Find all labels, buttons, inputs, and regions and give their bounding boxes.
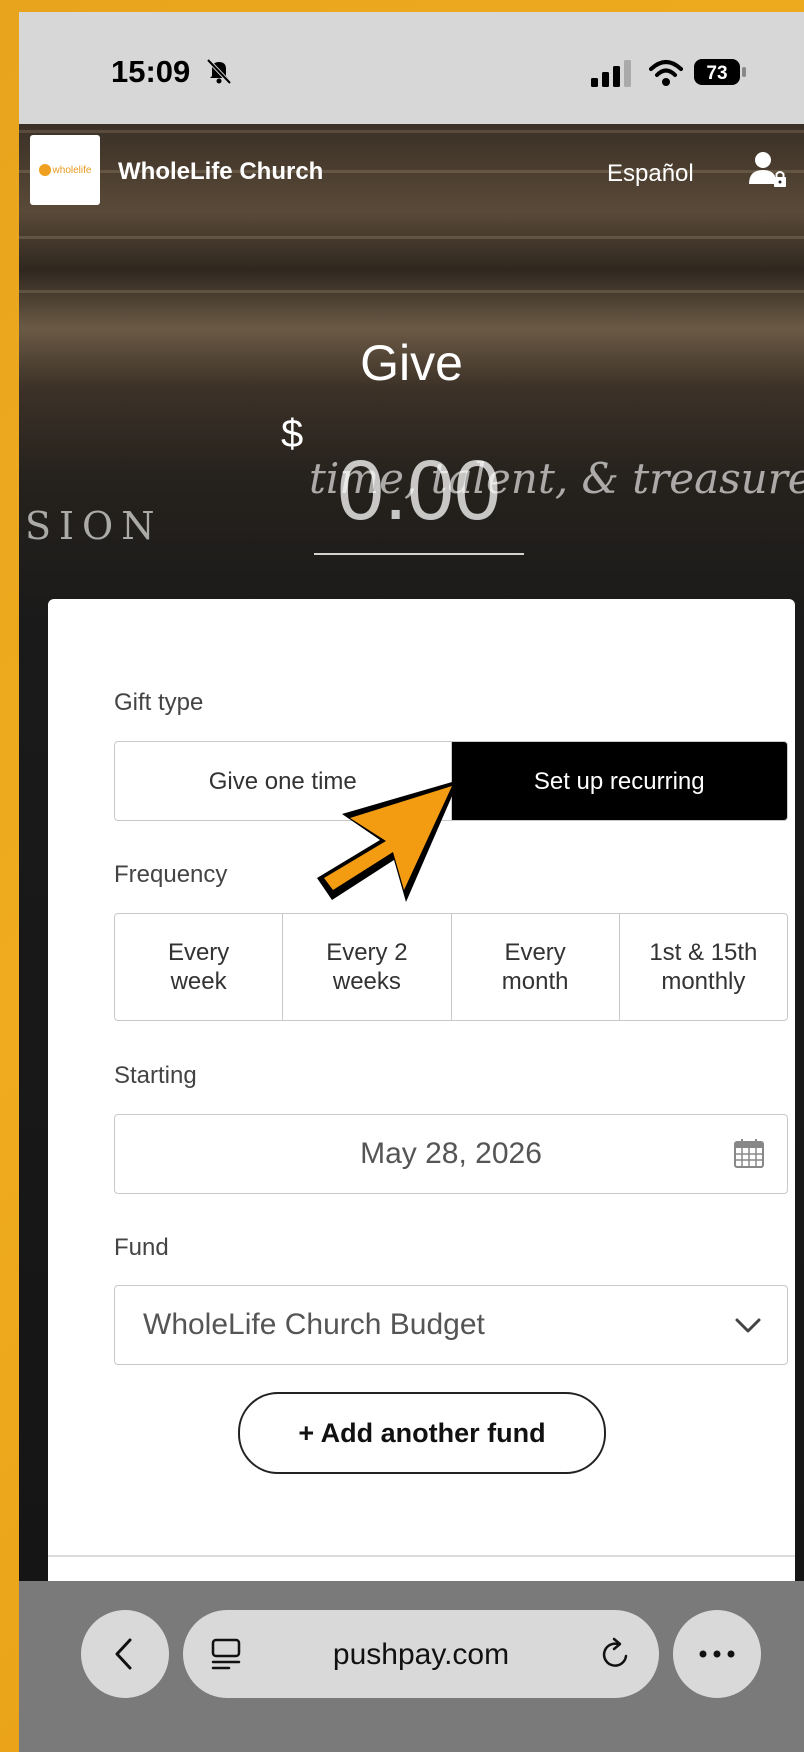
chalk-text: SION — [25, 504, 163, 548]
card-divider — [48, 1555, 795, 1557]
cellular-signal-icon — [591, 60, 631, 87]
status-bar: 15:09 73 — [19, 12, 804, 124]
battery-level: 73 — [706, 63, 727, 84]
church-name: WholeLife Church — [118, 158, 324, 185]
reload-icon[interactable] — [599, 1636, 633, 1672]
frequency-selector: Every week Every 2 weeks Every month 1st & … — [114, 913, 788, 1021]
more-options-button[interactable] — [673, 1610, 761, 1698]
frequency-every-week[interactable]: Every week — [115, 914, 284, 1020]
church-logo[interactable]: wholelife — [30, 135, 100, 205]
phone-screen: 15:09 73 time, talent, & treasure SION w… — [19, 12, 804, 1752]
amount-underline — [314, 553, 524, 555]
wifi-icon — [649, 60, 683, 86]
fund-label: Fund — [114, 1234, 169, 1261]
plank-line — [19, 290, 804, 293]
start-date-field[interactable]: May 28, 2026 — [114, 1114, 788, 1194]
address-bar[interactable]: pushpay.com — [183, 1610, 659, 1698]
ellipsis-icon — [699, 1650, 735, 1658]
frequency-every-2-weeks[interactable]: Every 2 weeks — [283, 914, 452, 1020]
amount-input[interactable]: 0.00 — [314, 442, 524, 539]
user-lock-icon[interactable] — [748, 150, 788, 190]
logo-mark-icon — [38, 164, 51, 176]
bell-muted-icon — [206, 58, 232, 85]
plank-line — [19, 130, 804, 133]
page-title: Give — [360, 335, 463, 391]
back-button[interactable] — [81, 1610, 169, 1698]
chevron-left-icon — [115, 1638, 132, 1670]
status-time: 15:09 — [111, 54, 191, 89]
calendar-icon — [734, 1139, 764, 1168]
url-text: pushpay.com — [332, 1638, 510, 1671]
add-another-fund-button[interactable]: + Add another fund — [238, 1392, 606, 1474]
currency-symbol: $ — [281, 412, 304, 456]
frequency-label: Frequency — [114, 861, 228, 888]
logo-text: wholelife — [52, 164, 92, 176]
frequency-every-month[interactable]: Every month — [452, 914, 620, 1020]
frequency-1st-15th-monthly[interactable]: 1st & 15th monthly — [620, 914, 787, 1020]
set-up-recurring-option[interactable]: Set up recurring — [451, 742, 787, 820]
battery-icon: 73 — [694, 59, 746, 85]
starting-label: Starting — [114, 1062, 197, 1089]
gift-type-label: Gift type — [114, 689, 204, 716]
start-date-value: May 28, 2026 — [360, 1137, 542, 1170]
pointer-arrow-icon — [317, 780, 459, 902]
plank-line — [19, 236, 804, 239]
fund-value: WholeLife Church Budget — [143, 1308, 485, 1341]
language-link[interactable]: Español — [607, 160, 694, 188]
fund-select[interactable]: WholeLife Church Budget — [114, 1285, 788, 1365]
chevron-down-icon — [735, 1318, 761, 1333]
